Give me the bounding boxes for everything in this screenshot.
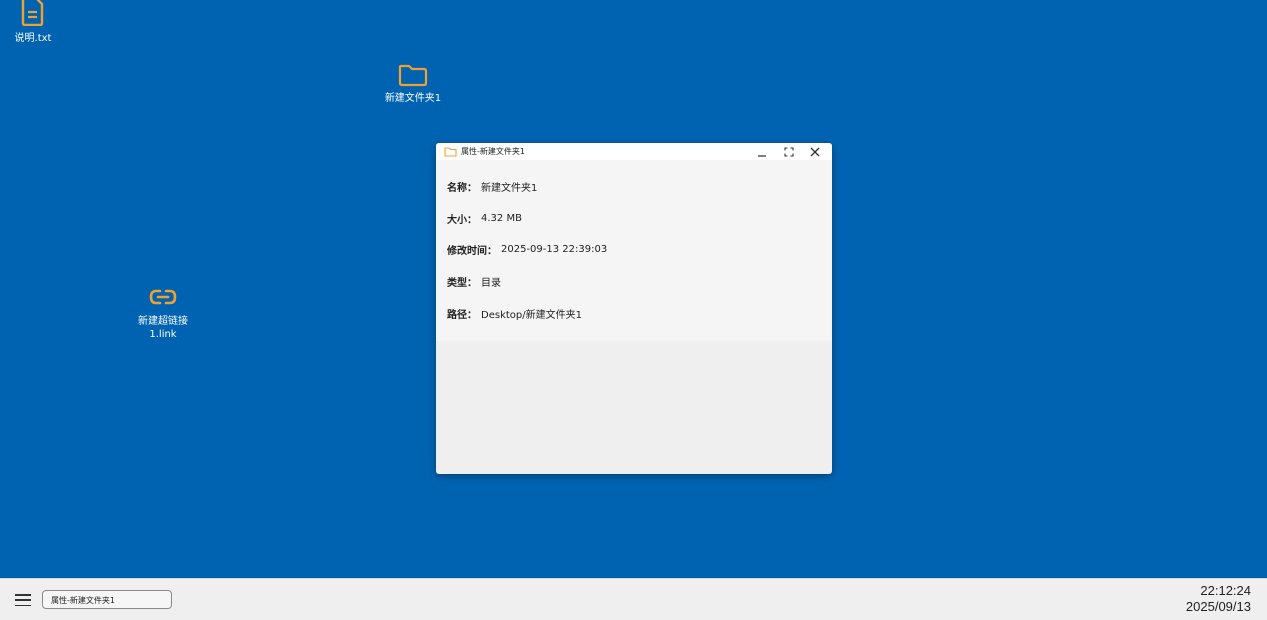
desktop-icon-readme-txt[interactable]: 说明.txt xyxy=(11,0,55,45)
desktop-icon-label-line1: 新建超链接 xyxy=(138,316,188,327)
system-clock: 22:12:24 2025/09/13 xyxy=(1186,583,1251,615)
properties-window[interactable]: 属性-新建文件夹1 名称： 新建文件夹1 大小： 4.32 MB 修改时间： 2… xyxy=(436,143,832,474)
property-type-row: 类型： 目录 xyxy=(447,274,501,289)
desktop[interactable]: 说明.txt 新建文件夹1 新建超链接 1.link 属性-新建文件夹1 名称：… xyxy=(0,0,1267,578)
folder-icon xyxy=(444,146,457,157)
minimize-button[interactable] xyxy=(752,143,772,160)
property-path-row: 路径： Desktop/新建文件夹1 xyxy=(447,306,582,321)
property-name-row: 名称： 新建文件夹1 xyxy=(447,179,538,194)
maximize-icon xyxy=(784,146,794,157)
close-icon xyxy=(810,147,820,156)
property-key: 名称： xyxy=(447,182,477,194)
desktop-icon-label: 说明.txt xyxy=(14,33,52,44)
property-key: 类型： xyxy=(447,277,477,289)
link-icon xyxy=(149,289,177,305)
desktop-icon-label: 新建文件夹1 xyxy=(384,93,442,104)
window-titlebar[interactable]: 属性-新建文件夹1 xyxy=(436,143,832,160)
taskbar: 属性-新建文件夹1 22:12:24 2025/09/13 xyxy=(0,578,1267,620)
desktop-icon-new-folder-1[interactable]: 新建文件夹1 xyxy=(378,63,448,105)
property-key: 大小： xyxy=(447,214,477,226)
property-size-row: 大小： 4.32 MB xyxy=(447,211,522,226)
desktop-icon-new-link-1[interactable]: 新建超链接 1.link xyxy=(128,287,198,341)
maximize-button[interactable] xyxy=(779,143,799,160)
property-value: 目录 xyxy=(481,277,501,289)
text-file-icon xyxy=(21,0,44,26)
hamburger-menu-icon[interactable] xyxy=(15,593,31,607)
clock-time: 22:12:24 xyxy=(1200,583,1251,598)
desktop-icon-label-line2: 1.link xyxy=(149,329,177,340)
minimize-icon xyxy=(758,154,766,157)
property-key: 修改时间： xyxy=(447,245,497,257)
property-value: 新建文件夹1 xyxy=(481,182,538,194)
property-value: Desktop/新建文件夹1 xyxy=(481,309,582,321)
property-key: 路径： xyxy=(447,309,477,321)
clock-date: 2025/09/13 xyxy=(1185,599,1251,614)
property-value: 4.32 MB xyxy=(481,212,522,224)
property-modified-row: 修改时间： 2025-09-13 22:39:03 xyxy=(447,242,608,257)
desktop-icon-label: 新建超链接 1.link xyxy=(138,315,188,341)
taskbar-item-properties-window[interactable]: 属性-新建文件夹1 xyxy=(42,590,172,609)
window-title: 属性-新建文件夹1 xyxy=(461,147,525,156)
property-value: 2025-09-13 22:39:03 xyxy=(501,243,608,255)
close-button[interactable] xyxy=(805,143,825,160)
folder-icon xyxy=(398,64,428,87)
